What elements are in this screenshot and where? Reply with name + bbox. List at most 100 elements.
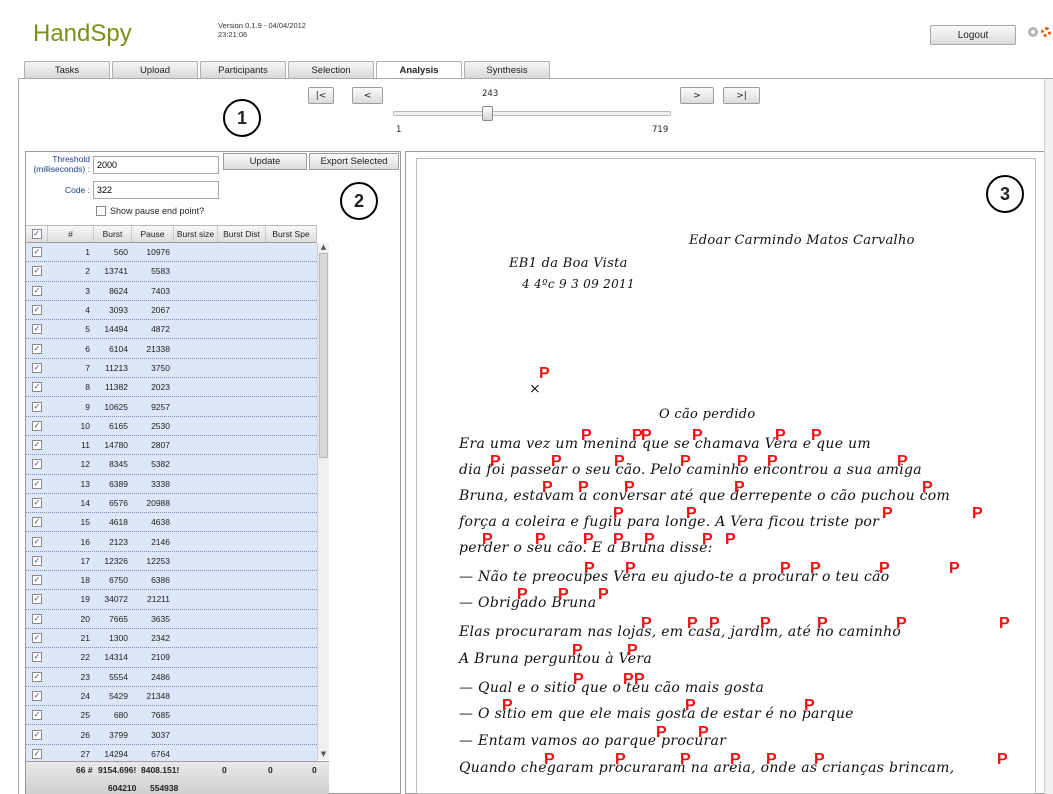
row-checkbox[interactable]: ✓ (32, 459, 42, 470)
row-checkbox-cell[interactable]: ✓ (26, 610, 48, 628)
pause-marker[interactable]: P (730, 751, 741, 769)
pause-marker[interactable]: P (811, 427, 822, 445)
pause-marker[interactable]: P (625, 560, 636, 578)
row-checkbox-cell[interactable]: ✓ (26, 436, 48, 454)
tab-participants[interactable]: Participants (200, 61, 286, 78)
pause-marker[interactable]: P (922, 479, 933, 497)
pause-marker[interactable]: P (810, 560, 821, 578)
row-checkbox-cell[interactable]: ✓ (26, 282, 48, 300)
row-checkbox-cell[interactable]: ✓ (26, 301, 48, 319)
pause-marker[interactable]: P (725, 531, 736, 549)
table-row[interactable]: ✓ 23 5554 2486 (26, 667, 317, 687)
row-checkbox[interactable]: ✓ (32, 420, 42, 431)
row-checkbox-cell[interactable]: ✓ (26, 455, 48, 473)
pause-marker[interactable]: P (598, 586, 609, 604)
pause-marker[interactable]: P (581, 427, 592, 445)
scroll-up-icon[interactable]: ▲ (318, 243, 329, 253)
row-checkbox-cell[interactable]: ✓ (26, 648, 48, 666)
pause-marker[interactable]: P (502, 697, 513, 715)
pause-marker[interactable]: P (879, 560, 890, 578)
col-pause[interactable]: Pause (132, 226, 174, 242)
tab-selection[interactable]: Selection (288, 61, 374, 78)
row-checkbox[interactable]: ✓ (32, 324, 42, 335)
table-row[interactable]: ✓ 4 3093 2067 (26, 300, 317, 321)
pause-marker[interactable]: P (680, 751, 691, 769)
row-checkbox[interactable]: ✓ (32, 517, 42, 528)
pause-marker[interactable]: P (656, 724, 667, 742)
table-row[interactable]: ✓ 10 6165 2530 (26, 416, 317, 436)
pause-marker[interactable]: P (644, 531, 655, 549)
col-burst[interactable]: Burst (94, 226, 132, 242)
pause-marker[interactable]: P (804, 697, 815, 715)
pause-marker[interactable]: P (535, 531, 546, 549)
pause-marker[interactable]: P (544, 751, 555, 769)
pause-marker[interactable]: P (737, 453, 748, 471)
table-row[interactable]: ✓ 15 4618 4638 (26, 513, 317, 533)
table-row[interactable]: ✓ 9 10625 9257 (26, 397, 317, 417)
pause-marker[interactable]: P (490, 453, 501, 471)
pause-marker[interactable]: P (760, 615, 771, 633)
row-checkbox[interactable]: ✓ (32, 266, 42, 277)
pause-marker[interactable]: P (972, 505, 983, 523)
tab-synthesis[interactable]: Synthesis (464, 61, 550, 78)
first-button[interactable]: |< (308, 87, 334, 104)
row-checkbox[interactable]: ✓ (32, 613, 42, 624)
row-checkbox-cell[interactable]: ✓ (26, 494, 48, 512)
pause-marker[interactable]: P (949, 560, 960, 578)
show-pause-checkbox[interactable] (96, 206, 106, 216)
table-row[interactable]: ✓ 7 11213 3750 (26, 358, 317, 379)
pause-marker[interactable]: P (615, 751, 626, 769)
table-row[interactable]: ✓ 18 6750 6386 (26, 571, 317, 591)
row-checkbox-cell[interactable]: ✓ (26, 417, 48, 435)
table-row[interactable]: ✓ 22 14314 2109 (26, 648, 317, 668)
row-checkbox[interactable]: ✓ (32, 652, 42, 663)
row-checkbox-cell[interactable]: ✓ (26, 706, 48, 724)
col-index[interactable]: # (48, 226, 94, 242)
table-row[interactable]: ✓ 14 6576 20988 (26, 493, 317, 514)
logout-button[interactable]: Logout (930, 25, 1016, 45)
pause-marker[interactable]: P (641, 427, 652, 445)
scroll-down-icon[interactable]: ▼ (318, 750, 329, 760)
row-checkbox-cell[interactable]: ✓ (26, 552, 48, 570)
row-checkbox[interactable]: ✓ (32, 729, 42, 740)
threshold-input[interactable] (93, 156, 219, 174)
row-checkbox[interactable]: ✓ (32, 305, 42, 316)
select-all-cell[interactable]: ✓ (26, 226, 48, 242)
pause-marker[interactable]: P (613, 505, 624, 523)
table-row[interactable]: ✓ 21 1300 2342 (26, 628, 317, 649)
pause-marker[interactable]: P (897, 453, 908, 471)
row-checkbox-cell[interactable]: ✓ (26, 532, 48, 550)
row-checkbox[interactable]: ✓ (32, 633, 42, 644)
pause-marker[interactable]: P (539, 365, 550, 383)
col-burst-dist[interactable]: Burst Dist (218, 226, 266, 242)
pause-marker[interactable]: P (641, 615, 652, 633)
pause-marker[interactable]: P (583, 531, 594, 549)
row-checkbox[interactable]: ✓ (32, 748, 42, 759)
row-checkbox[interactable]: ✓ (32, 478, 42, 489)
table-row[interactable]: ✓ 1 560 10976 (26, 243, 317, 263)
position-slider[interactable] (393, 111, 671, 116)
row-checkbox-cell[interactable]: ✓ (26, 378, 48, 396)
table-row[interactable]: ✓ 5 14494 4872 (26, 320, 317, 340)
table-row[interactable]: ✓ 6 6104 21338 (26, 339, 317, 359)
pause-marker[interactable]: P (685, 697, 696, 715)
row-checkbox-cell[interactable]: ✓ (26, 243, 48, 261)
tab-analysis[interactable]: Analysis (376, 61, 462, 79)
pause-marker[interactable]: P (624, 479, 635, 497)
next-button[interactable]: > (680, 87, 714, 104)
tab-upload[interactable]: Upload (112, 61, 198, 78)
row-checkbox[interactable]: ✓ (32, 285, 42, 296)
pause-marker[interactable]: P (551, 453, 562, 471)
table-row[interactable]: ✓ 12 8345 5382 (26, 455, 317, 475)
pause-marker[interactable]: P (482, 531, 493, 549)
row-checkbox[interactable]: ✓ (32, 710, 42, 721)
show-pause-option[interactable]: Show pause end point? (96, 206, 204, 216)
row-checkbox[interactable]: ✓ (32, 440, 42, 451)
pause-marker[interactable]: P (573, 671, 584, 689)
table-row[interactable]: ✓ 17 12326 12253 (26, 551, 317, 572)
row-checkbox-cell[interactable]: ✓ (26, 513, 48, 531)
row-checkbox[interactable]: ✓ (32, 555, 42, 566)
col-burst-size[interactable]: Burst size (174, 226, 218, 242)
pause-marker[interactable]: P (614, 453, 625, 471)
pause-marker[interactable]: P (572, 642, 583, 660)
